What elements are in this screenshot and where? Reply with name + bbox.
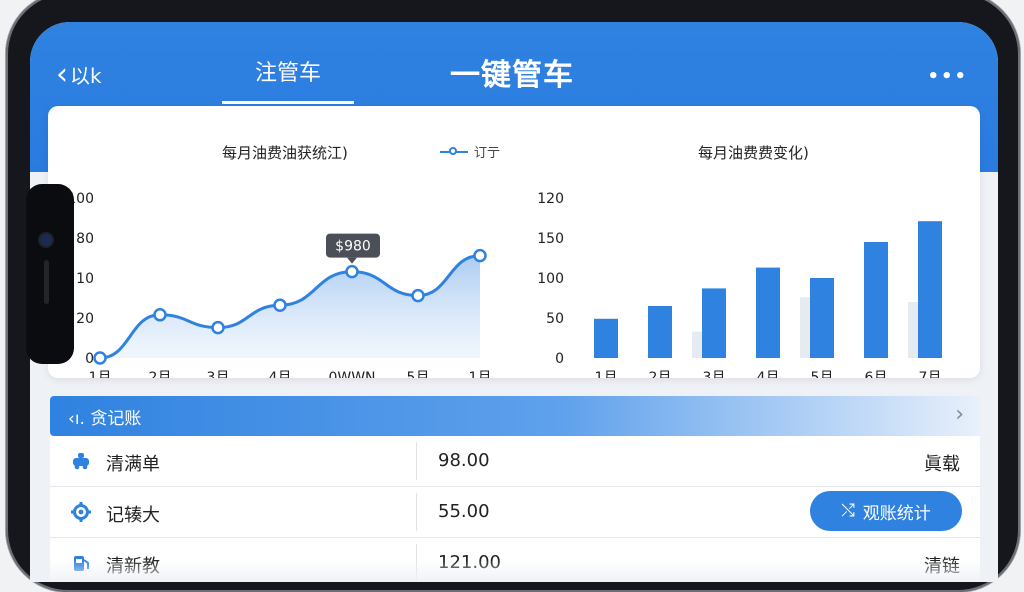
line-data-point bbox=[153, 308, 167, 322]
chevron-left-icon: ‹ bbox=[68, 409, 75, 429]
ledger-item-name: 清满单 bbox=[106, 454, 160, 475]
ledger-row[interactable]: 清满单 98.00 眞载 bbox=[50, 436, 980, 487]
ledger-title-text: ı. 贪记账 bbox=[74, 409, 142, 429]
bar-x-tick-label: 7月 bbox=[919, 370, 942, 378]
bar-y-tick-label: 50 bbox=[546, 311, 564, 327]
bar-y-tick-label: 120 bbox=[537, 191, 564, 207]
ledger-title: ‹ı. 贪记账 bbox=[68, 404, 141, 429]
ledger-item-amount: 55.00 bbox=[438, 501, 490, 522]
page-title: 一键管车 bbox=[450, 58, 574, 93]
bar bbox=[594, 318, 618, 358]
line-y-tick-label: 20 bbox=[76, 311, 94, 327]
bar bbox=[702, 288, 726, 358]
line-x-tick-label: 1月 bbox=[89, 370, 112, 378]
chevron-right-icon[interactable]: › bbox=[955, 402, 964, 427]
line-data-point bbox=[211, 320, 225, 335]
line-y-tick-label: 0 bbox=[85, 351, 94, 367]
line-x-tick-label: 0WWN bbox=[328, 370, 375, 378]
row-divider bbox=[416, 442, 417, 480]
line-data-point bbox=[473, 248, 487, 263]
bar-y-tick-label: 150 bbox=[537, 231, 564, 247]
app-screen: ‹ 以k 注管车 一键管车 ••• 每月油费油获统江) 订亍 每月油费费变化) … bbox=[30, 22, 998, 582]
line-y-tick-label: 10 bbox=[76, 271, 94, 287]
bar-x-tick-label: 5月 bbox=[811, 370, 834, 378]
back-label: 以k bbox=[70, 64, 102, 88]
ledger-item-amount: 98.00 bbox=[438, 450, 490, 471]
more-options-icon[interactable]: ••• bbox=[927, 66, 968, 87]
ledger-header[interactable]: ‹ı. 贪记账 › bbox=[50, 396, 980, 436]
line-data-point bbox=[411, 288, 425, 303]
bar bbox=[918, 221, 942, 358]
speaker-grille bbox=[44, 260, 49, 304]
tooltip-label: $980 bbox=[335, 239, 371, 255]
line-x-tick-label: 1月 bbox=[469, 370, 492, 378]
gear-icon bbox=[71, 502, 91, 522]
chevron-left-icon: ‹ bbox=[56, 56, 68, 92]
line-area-fill bbox=[100, 255, 480, 358]
bar-x-tick-label: 3月 bbox=[703, 370, 726, 378]
bottom-fade bbox=[30, 560, 998, 582]
line-data-point bbox=[273, 298, 287, 312]
line-data-point bbox=[93, 351, 107, 365]
tab-car-management[interactable]: 注管车 bbox=[222, 54, 354, 104]
stats-button-label: 观账统计 bbox=[862, 503, 931, 524]
front-camera bbox=[40, 234, 52, 246]
bar bbox=[810, 278, 834, 358]
camera-notch bbox=[26, 184, 74, 364]
charts-canvas: 10080102001月 2月 3月 4月 0WWN 5月 1月$9801201501005… bbox=[67, 191, 942, 378]
view-stats-button[interactable]: ⤭ 观账统计 bbox=[810, 491, 962, 531]
bar bbox=[864, 242, 888, 358]
charts-card: 每月油费油获统江) 订亍 每月油费费变化) 100 80 10 20 0 1月 2月 3月 4月… bbox=[48, 106, 980, 378]
ledger-row[interactable]: 记辏大 55.00 ⤭ 观账统计 bbox=[50, 487, 980, 538]
line-x-tick-label: 4月 bbox=[269, 370, 292, 378]
back-button[interactable]: ‹ 以k bbox=[56, 56, 102, 92]
stats-icon: ⤭ bbox=[841, 501, 855, 521]
bar bbox=[756, 267, 780, 358]
bar-x-tick-label: 1月 bbox=[595, 370, 618, 378]
bar-x-tick-label: 4月 bbox=[757, 370, 780, 378]
ledger-item-status: 眞载 bbox=[924, 454, 960, 475]
bar bbox=[648, 306, 672, 358]
ledger-item-name: 记辏大 bbox=[106, 505, 160, 526]
line-data-point bbox=[345, 264, 359, 279]
bar-y-tick-label: 100 bbox=[537, 271, 564, 287]
bar-x-tick-label: 2月 bbox=[649, 370, 672, 378]
bar-y-tick-label: 0 bbox=[555, 351, 564, 367]
bar-x-tick-label: 6月 bbox=[865, 370, 888, 378]
row-divider bbox=[416, 493, 417, 531]
line-x-tick-label: 5月 bbox=[407, 370, 430, 378]
car-wash-icon bbox=[73, 453, 89, 470]
line-x-tick-label: 3月 bbox=[207, 370, 230, 378]
tooltip-pointer bbox=[347, 257, 357, 264]
line-y-tick-label: 80 bbox=[76, 231, 94, 247]
line-x-tick-label: 2月 bbox=[149, 370, 172, 378]
